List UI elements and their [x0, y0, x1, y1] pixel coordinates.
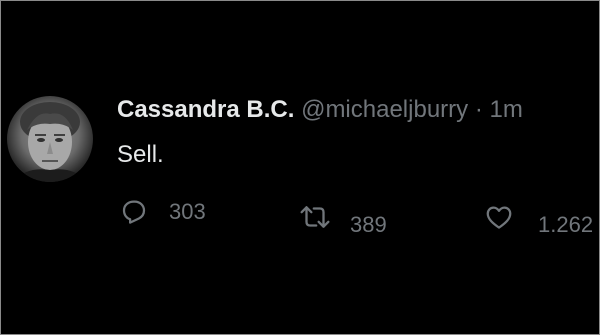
header-separator: · — [474, 96, 483, 123]
tweet[interactable]: Cassandra B.C. @michaeljburry · 1m Sell.… — [0, 0, 600, 335]
tweet-text: Sell. — [117, 141, 164, 168]
reply-count: 303 — [169, 199, 206, 224]
retweet-button[interactable]: 389 — [298, 196, 387, 238]
like-button[interactable]: 1.262 — [484, 196, 593, 238]
avatar[interactable] — [7, 96, 93, 182]
reply-icon — [119, 196, 149, 226]
retweet-icon — [298, 202, 332, 232]
reply-button[interactable]: 303 — [119, 196, 206, 226]
timestamp[interactable]: 1m — [490, 96, 523, 123]
heart-icon — [484, 202, 514, 232]
tweet-header: Cassandra B.C. @michaeljburry · 1m — [117, 94, 523, 126]
retweet-count: 389 — [350, 212, 387, 237]
display-name[interactable]: Cassandra B.C. — [117, 96, 294, 123]
user-handle[interactable]: @michaeljburry — [301, 96, 468, 123]
like-count: 1.262 — [538, 212, 594, 237]
